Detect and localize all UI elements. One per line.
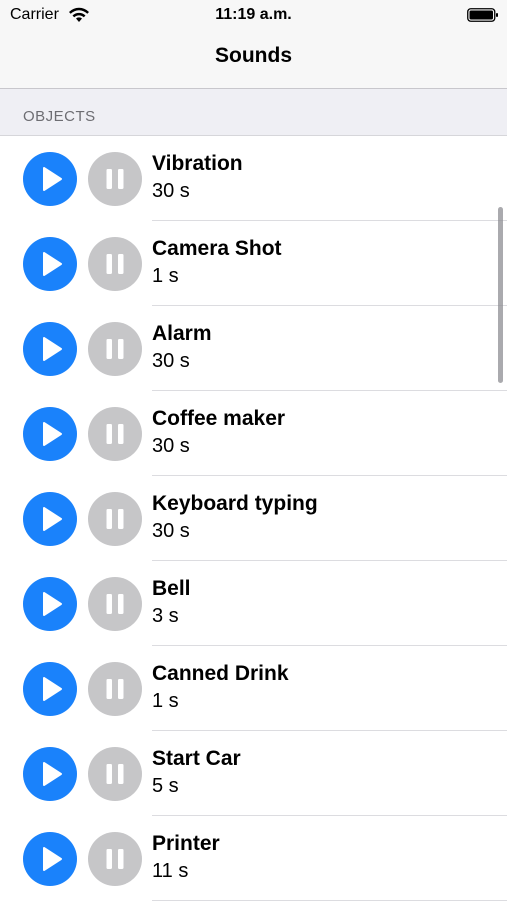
sound-duration: 3 s [152,605,179,627]
sound-duration: 30 s [152,435,190,457]
pause-button[interactable] [88,237,142,291]
sound-duration: 11 s [152,860,189,882]
sound-name: Start Car [152,747,241,770]
play-button[interactable] [23,577,77,631]
play-icon [43,167,62,191]
pause-button[interactable] [88,152,142,206]
sound-duration: 1 s [152,265,179,287]
navigation-bar: Sounds [0,30,507,89]
sound-name: Printer [152,832,220,855]
sound-name: Bell [152,577,191,600]
play-icon [43,337,62,361]
sound-name: Camera Shot [152,237,282,260]
pause-button[interactable] [88,662,142,716]
pause-icon [106,339,124,359]
status-bar: Carrier 11:19 a.m. [0,0,507,30]
pause-button[interactable] [88,747,142,801]
play-button[interactable] [23,407,77,461]
play-icon [43,847,62,871]
sound-name: Canned Drink [152,662,289,685]
play-button[interactable] [23,832,77,886]
pause-icon [106,509,124,529]
sound-duration: 5 s [152,775,179,797]
sound-name: Keyboard typing [152,492,318,515]
section-header: OBJECTS [0,89,507,136]
pause-icon [106,679,124,699]
pause-button[interactable] [88,832,142,886]
pause-button[interactable] [88,407,142,461]
sound-name: Coffee maker [152,407,286,430]
list-item[interactable]: Printer 11 s [0,816,507,901]
scrollbar[interactable] [498,207,503,383]
pause-button[interactable] [88,322,142,376]
play-icon [43,677,62,701]
pause-icon [106,594,124,614]
play-button[interactable] [23,747,77,801]
list-item[interactable]: Bell 3 s [0,561,507,646]
list-item[interactable]: Coffee maker 30 s [0,391,507,476]
sound-duration: 30 s [152,180,190,202]
play-button[interactable] [23,662,77,716]
sound-list: Vibration 30 s Camera Shot 1 s Alarm 30 s Coff… [0,136,507,901]
list-item[interactable]: Keyboard typing 30 s [0,476,507,561]
pause-icon [106,764,124,784]
status-time: 11:19 a.m. [215,6,292,23]
battery-icon [467,8,498,22]
play-button[interactable] [23,322,77,376]
play-icon [43,592,62,616]
sound-name: Vibration [152,152,243,175]
sound-name: Alarm [152,322,212,345]
list-item[interactable]: Alarm 30 s [0,306,507,391]
pause-icon [106,849,124,869]
pause-icon [106,424,124,444]
play-icon [43,422,62,446]
play-icon [43,507,62,531]
pause-button[interactable] [88,577,142,631]
page-title: Sounds [215,44,292,67]
sound-duration: 1 s [152,690,179,712]
list-item[interactable]: Start Car 5 s [0,731,507,816]
play-icon [43,762,62,786]
play-button[interactable] [23,492,77,546]
list-item[interactable]: Vibration 30 s [0,136,507,221]
section-title: OBJECTS [23,108,96,125]
pause-icon [106,254,124,274]
sound-duration: 30 s [152,520,190,542]
play-button[interactable] [23,152,77,206]
pause-button[interactable] [88,492,142,546]
pause-icon [106,169,124,189]
list-item[interactable]: Canned Drink 1 s [0,646,507,731]
list-item[interactable]: Camera Shot 1 s [0,221,507,306]
play-icon [43,252,62,276]
sound-duration: 30 s [152,350,190,372]
play-button[interactable] [23,237,77,291]
